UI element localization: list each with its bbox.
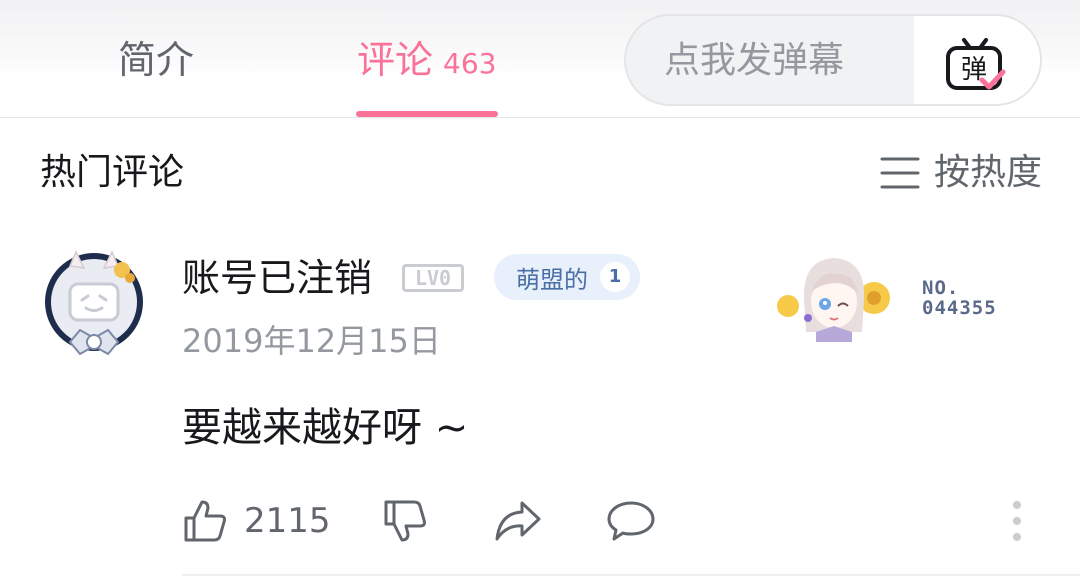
share-icon xyxy=(495,501,541,541)
comment-bubble-icon xyxy=(607,501,655,541)
avatar[interactable] xyxy=(40,246,148,364)
decoration-number-label: NO. xyxy=(922,277,960,299)
tab-comments-label: 评论 xyxy=(357,38,434,82)
comment-text: 要越来越好呀 ~ xyxy=(182,405,469,451)
decoration-character-image xyxy=(777,258,890,342)
fan-medal-level: 1 xyxy=(600,262,630,292)
comment-date: 2019年12月15日 xyxy=(182,322,441,360)
tab-comments[interactable]: 评论 463 xyxy=(357,36,496,88)
fan-medal-name: 萌盟的 xyxy=(516,265,588,294)
sort-button[interactable]: 按热度 xyxy=(880,150,1042,196)
thumbs-up-icon xyxy=(184,500,226,542)
decoration-number-value: 044355 xyxy=(922,297,997,319)
danmaku-bar: 点我发弹幕 弹 xyxy=(624,14,1042,106)
comment-actions: 2115 xyxy=(182,496,1042,546)
decoration-number: NO. 044355 xyxy=(922,278,997,318)
tab-bar: 简介 评论 463 点我发弹幕 弹 xyxy=(0,0,1080,118)
more-options-button[interactable] xyxy=(1002,496,1032,546)
fan-medal-badge[interactable]: 萌盟的 1 xyxy=(494,254,640,300)
share-button[interactable] xyxy=(494,496,542,546)
tab-comments-count: 463 xyxy=(443,47,497,80)
like-count: 2115 xyxy=(244,501,331,541)
active-tab-indicator xyxy=(356,111,498,117)
reply-button[interactable] xyxy=(606,496,656,546)
danmaku-icon: 弹 xyxy=(946,38,1006,90)
thumbs-down-icon xyxy=(384,500,426,542)
comment-divider xyxy=(182,574,1080,576)
section-title: 热门评论 xyxy=(40,152,185,193)
like-button[interactable]: 2115 xyxy=(182,496,331,546)
dislike-button[interactable] xyxy=(382,496,428,546)
level-badge: LV0 xyxy=(402,264,464,292)
avatar-image xyxy=(45,250,143,356)
decoration-card-image[interactable] xyxy=(776,246,892,342)
danmaku-input[interactable]: 点我发弹幕 xyxy=(664,38,844,84)
more-vertical-icon xyxy=(1013,501,1021,541)
danmaku-toggle-button[interactable]: 弹 xyxy=(914,16,1040,104)
list-icon xyxy=(880,157,920,189)
tab-intro[interactable]: 简介 xyxy=(118,36,194,84)
comment-username[interactable]: 账号已注销 xyxy=(182,254,372,302)
sort-label: 按热度 xyxy=(933,152,1042,193)
